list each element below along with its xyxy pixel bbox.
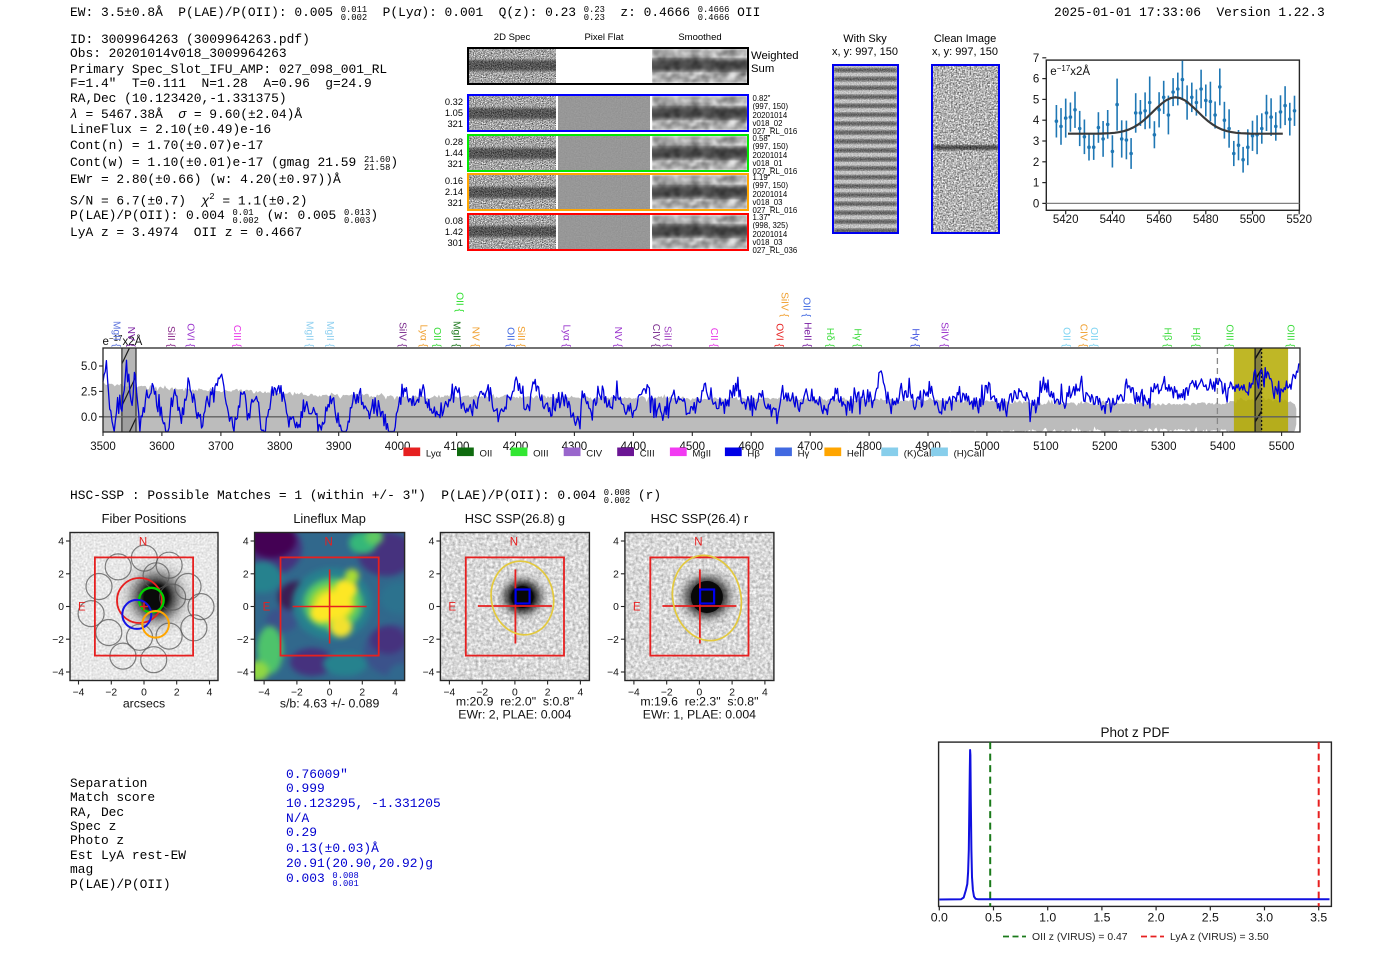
svg-text:1.5: 1.5 [1093,910,1110,924]
svg-text:1.0: 1.0 [1039,910,1056,924]
svg-text:Phot z PDF: Phot z PDF [1100,725,1169,740]
svg-text:3.5: 3.5 [1310,910,1327,924]
svg-text:OII z (VIRUS) = 0.47: OII z (VIRUS) = 0.47 [1032,932,1128,943]
svg-text:3.0: 3.0 [1256,910,1273,924]
svg-text:0.5: 0.5 [985,910,1002,924]
svg-text:LyA z (VIRUS) = 3.50: LyA z (VIRUS) = 3.50 [1170,932,1269,943]
svg-text:2.0: 2.0 [1148,910,1165,924]
svg-text:0.0: 0.0 [931,910,948,924]
svg-text:2.5: 2.5 [1202,910,1219,924]
